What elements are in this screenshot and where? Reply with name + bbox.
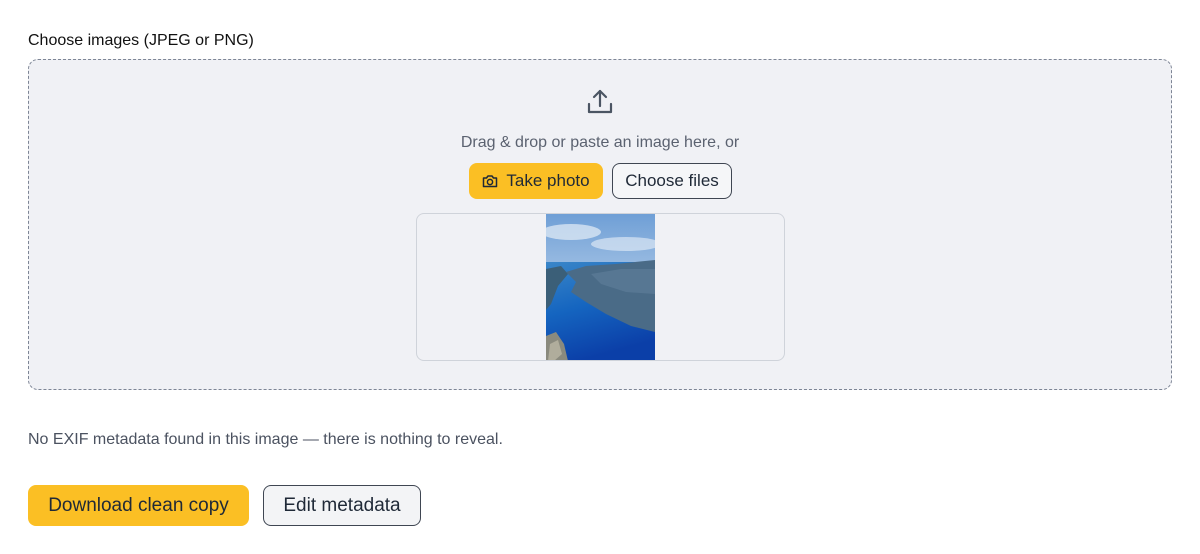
field-label: Choose images (JPEG or PNG) xyxy=(28,32,254,49)
dropzone-hint: Drag & drop or paste an image here, or xyxy=(460,134,740,151)
download-label: Download clean copy xyxy=(48,494,229,516)
choose-files-label: Choose files xyxy=(625,171,719,190)
page: Choose images (JPEG or PNG) Drag & drop … xyxy=(0,0,1200,554)
exif-status-message: No EXIF metadata found in this image — t… xyxy=(28,431,503,448)
download-clean-copy-button[interactable]: Download clean copy xyxy=(28,485,249,526)
take-photo-label: Take photo xyxy=(506,171,590,190)
photo-thumbnail xyxy=(546,214,655,360)
upload-icon xyxy=(587,89,613,114)
image-preview xyxy=(416,213,785,361)
camera-icon xyxy=(483,175,498,188)
edit-metadata-button[interactable]: Edit metadata xyxy=(263,485,421,526)
take-photo-button[interactable]: Take photo xyxy=(469,163,603,199)
edit-label: Edit metadata xyxy=(283,494,401,516)
choose-files-button[interactable]: Choose files xyxy=(612,163,732,199)
